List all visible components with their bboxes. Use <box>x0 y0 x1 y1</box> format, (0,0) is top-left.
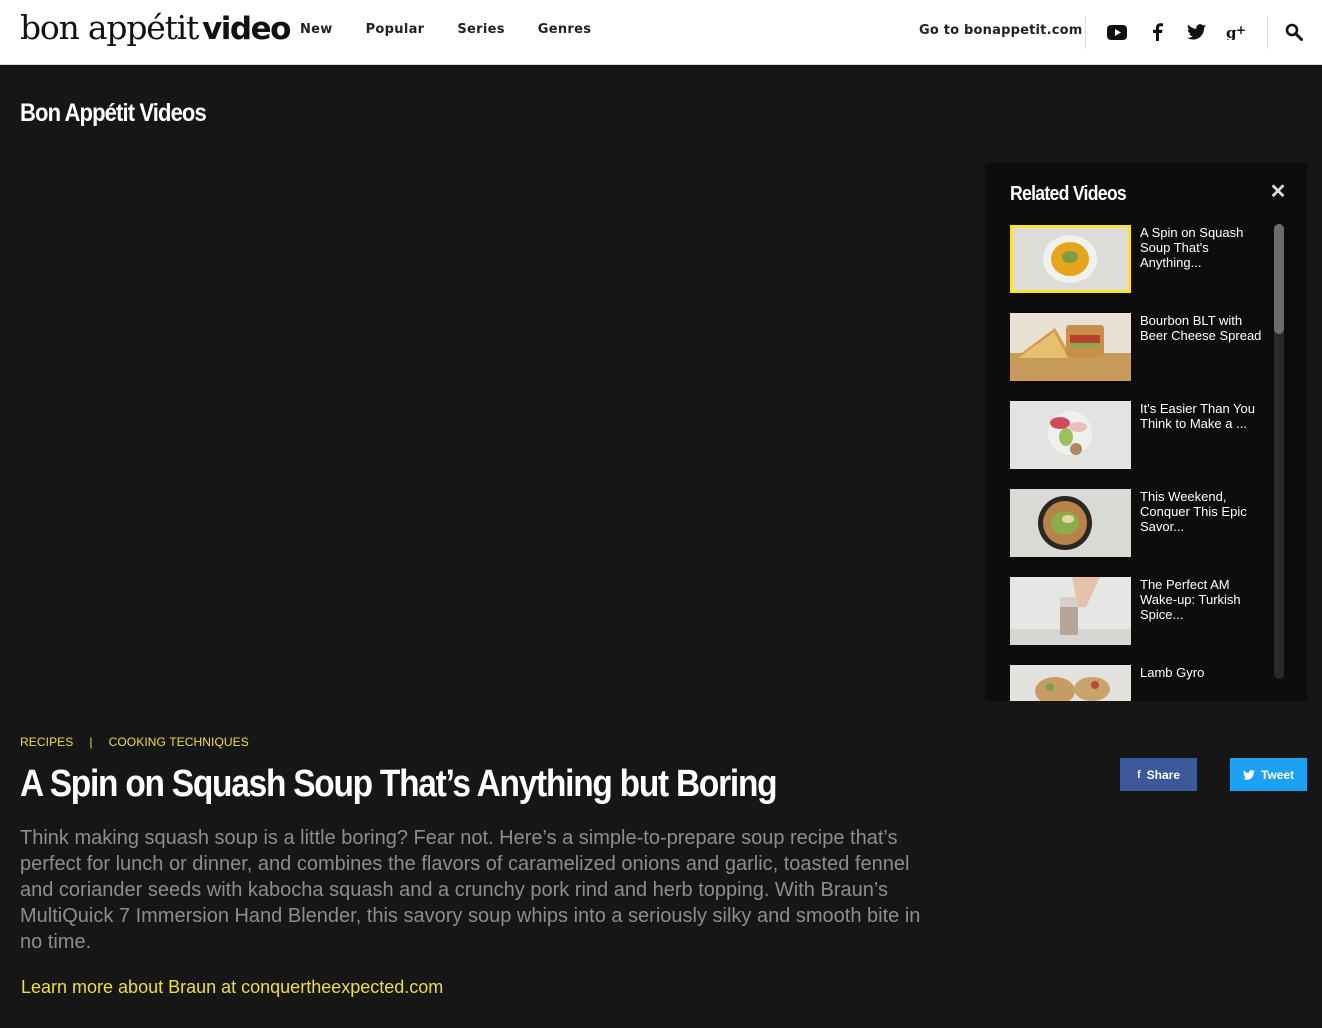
related-videos-title: Related Videos <box>1010 183 1127 205</box>
page-title: Bon Appétit Videos <box>20 99 207 127</box>
youtube-icon[interactable] <box>1105 20 1129 44</box>
goto-bonappetit-link[interactable]: Go to bonappetit.com <box>919 23 1083 38</box>
main-nav: New Popular Series Genres <box>300 22 591 37</box>
related-video-item[interactable]: The Perfect AM Wake-up: Turkish Spice... <box>1010 577 1260 645</box>
related-video-item[interactable]: This Weekend, Conquer This Epic Savor... <box>1010 489 1260 557</box>
video-thumbnail <box>1010 577 1131 645</box>
breadcrumb: RECIPES | COOKING TECHNIQUES <box>20 735 249 749</box>
related-video-title: Lamb Gyro <box>1140 665 1205 680</box>
tweet-button[interactable]: Tweet <box>1230 758 1307 791</box>
related-video-item[interactable]: A Spin on Squash Soup That's Anything... <box>1010 225 1260 293</box>
facebook-icon: f <box>1136 768 1141 781</box>
video-description: Think making squash soup is a little bor… <box>20 827 921 953</box>
video-headline: A Spin on Squash Soup That’s Anything bu… <box>20 763 778 805</box>
related-video-title: The Perfect AM Wake-up: Turkish Spice... <box>1140 577 1241 622</box>
video-thumbnail <box>1010 665 1131 701</box>
crumb-separator: | <box>89 735 93 749</box>
learn-more-link[interactable]: Learn more about Braun at conquertheexpe… <box>21 977 443 998</box>
scrollbar-thumb[interactable] <box>1274 224 1284 334</box>
video-thumbnail <box>1010 225 1131 293</box>
nav-item-new[interactable]: New <box>300 22 333 37</box>
related-scrollbar[interactable] <box>1274 224 1284 679</box>
crumb-recipes[interactable]: RECIPES <box>20 735 73 749</box>
facebook-share-button[interactable]: f Share <box>1120 758 1197 791</box>
share-label: Share <box>1146 767 1181 782</box>
related-video-title: A Spin on Squash Soup That's Anything... <box>1140 225 1244 270</box>
google-plus-icon[interactable]: g + <box>1224 20 1248 44</box>
logo-text-video: video <box>202 11 291 47</box>
related-video-item[interactable]: Lamb Gyro <box>1010 665 1260 701</box>
video-thumbnail <box>1010 489 1131 557</box>
related-video-title: This Weekend, Conquer This Epic Savor... <box>1140 489 1247 534</box>
nav-item-popular[interactable]: Popular <box>366 22 425 37</box>
divider <box>1085 16 1086 49</box>
related-videos-panel: Related Videos ✕ A Spin on Squash Soup T… <box>985 163 1307 701</box>
site-header: bon appétit video New Popular Series Genr… <box>0 0 1322 65</box>
search-icon[interactable] <box>1282 20 1306 44</box>
crumb-cooking-techniques[interactable]: COOKING TECHNIQUES <box>109 735 249 749</box>
facebook-icon[interactable] <box>1145 20 1169 44</box>
divider <box>1267 16 1268 49</box>
twitter-icon[interactable] <box>1184 20 1208 44</box>
related-video-item[interactable]: It's Easier Than You Think to Make a ... <box>1010 401 1260 469</box>
twitter-icon <box>1242 769 1255 780</box>
related-video-item[interactable]: Bourbon BLT with Beer Cheese Spread <box>1010 313 1261 381</box>
tweet-label: Tweet <box>1260 767 1295 782</box>
close-icon[interactable]: ✕ <box>1268 182 1288 202</box>
nav-item-series[interactable]: Series <box>457 22 504 37</box>
nav-item-genres[interactable]: Genres <box>538 22 592 37</box>
video-thumbnail <box>1010 313 1131 381</box>
related-video-title: It's Easier Than You Think to Make a ... <box>1140 401 1255 431</box>
video-player[interactable] <box>0 150 985 710</box>
related-video-title: Bourbon BLT with Beer Cheese Spread <box>1140 313 1262 343</box>
site-logo[interactable]: bon appétit video <box>20 8 291 52</box>
svg-text:+: + <box>1236 24 1246 37</box>
video-thumbnail <box>1010 401 1131 469</box>
logo-text-main: bon appétit <box>20 8 199 47</box>
